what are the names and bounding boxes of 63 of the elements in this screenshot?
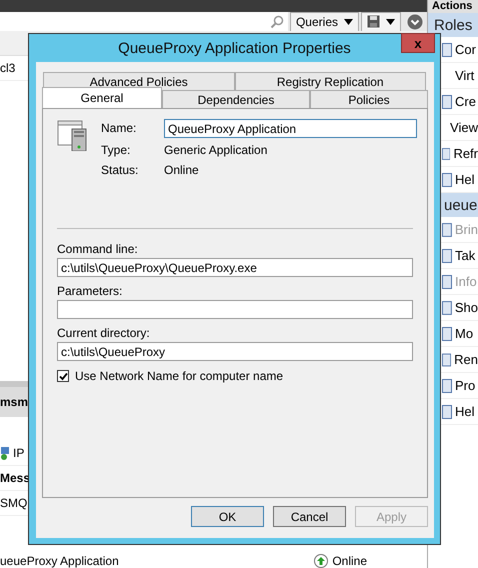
close-button[interactable]: x xyxy=(401,33,435,53)
field-label: Type: xyxy=(101,143,132,158)
action-link[interactable]: Hel xyxy=(455,172,475,187)
dialog-button[interactable]: Cancel xyxy=(273,506,346,527)
tab[interactable]: Advanced Policies xyxy=(43,72,234,90)
action-link[interactable]: Refr xyxy=(453,146,478,161)
action-link[interactable]: Mo xyxy=(455,326,474,341)
action-link[interactable]: Sho xyxy=(454,300,478,315)
field-value: Online xyxy=(164,163,200,178)
queries-button[interactable]: Queries xyxy=(290,12,359,32)
action-icon xyxy=(442,222,452,236)
resource-name: ueueProxy Application xyxy=(0,554,119,568)
tab[interactable]: Dependencies xyxy=(162,90,310,108)
action-icon xyxy=(442,146,450,160)
window-title: QueueProxy Application Properties xyxy=(118,40,351,56)
action-link[interactable]: Cre xyxy=(455,94,476,109)
action-icon xyxy=(442,172,452,186)
dialog-button[interactable]: OK xyxy=(191,506,264,527)
server-window-icon xyxy=(57,119,89,151)
action-link[interactable]: Tak xyxy=(455,248,476,263)
group-header[interactable]: Roles xyxy=(428,13,478,37)
field-label: Name: xyxy=(101,121,138,136)
action-link[interactable]: Ren xyxy=(454,352,478,367)
action-icon xyxy=(442,404,452,418)
input-field[interactable]: c:\utils\QueueProxy xyxy=(57,342,413,361)
action-icon xyxy=(442,274,452,288)
action-link[interactable]: View xyxy=(450,120,478,135)
search-field[interactable] xyxy=(0,12,288,32)
action-icon xyxy=(442,248,452,262)
action-icon xyxy=(442,352,452,366)
field-label: Current directory: xyxy=(57,326,151,340)
status-text: Online xyxy=(332,554,367,568)
save-button[interactable] xyxy=(361,12,401,32)
chevron-down-icon[interactable] xyxy=(407,14,423,30)
input-field[interactable] xyxy=(57,300,413,319)
checkbox-label: Use Network Name for computer name xyxy=(75,369,284,383)
name-field[interactable]: QueueProxy Application xyxy=(164,119,417,138)
network-icon xyxy=(0,446,10,460)
tab[interactable]: Policies xyxy=(310,90,428,108)
action-icon xyxy=(442,378,452,392)
caret-icon xyxy=(344,18,353,24)
action-link[interactable]: Virt xyxy=(455,68,474,83)
action-link[interactable]: Hel xyxy=(455,404,475,419)
action-link[interactable]: Pro xyxy=(455,378,476,393)
list-item-text: IP xyxy=(13,446,24,460)
list-item-text: SMQ xyxy=(0,496,28,510)
action-icon xyxy=(442,326,452,340)
list-item-text: cl3 xyxy=(0,61,16,75)
action-icon xyxy=(442,42,452,56)
field-value: Generic Application xyxy=(164,143,268,158)
checkbox[interactable] xyxy=(57,370,69,382)
field-label: Parameters: xyxy=(57,284,124,298)
tab[interactable]: Registry Replication xyxy=(234,72,426,90)
pane-header: Actions xyxy=(428,0,478,13)
input-field[interactable]: c:\utils\QueueProxy\QueueProxy.exe xyxy=(57,258,413,277)
search-icon xyxy=(270,14,284,28)
field-label: Status: xyxy=(101,163,140,178)
action-icon xyxy=(442,300,452,314)
action-link[interactable]: Cor xyxy=(455,42,476,57)
action-icon xyxy=(442,94,452,108)
tab[interactable]: General xyxy=(42,87,162,108)
caret-icon xyxy=(386,18,395,24)
field-label: Command line: xyxy=(57,242,139,256)
